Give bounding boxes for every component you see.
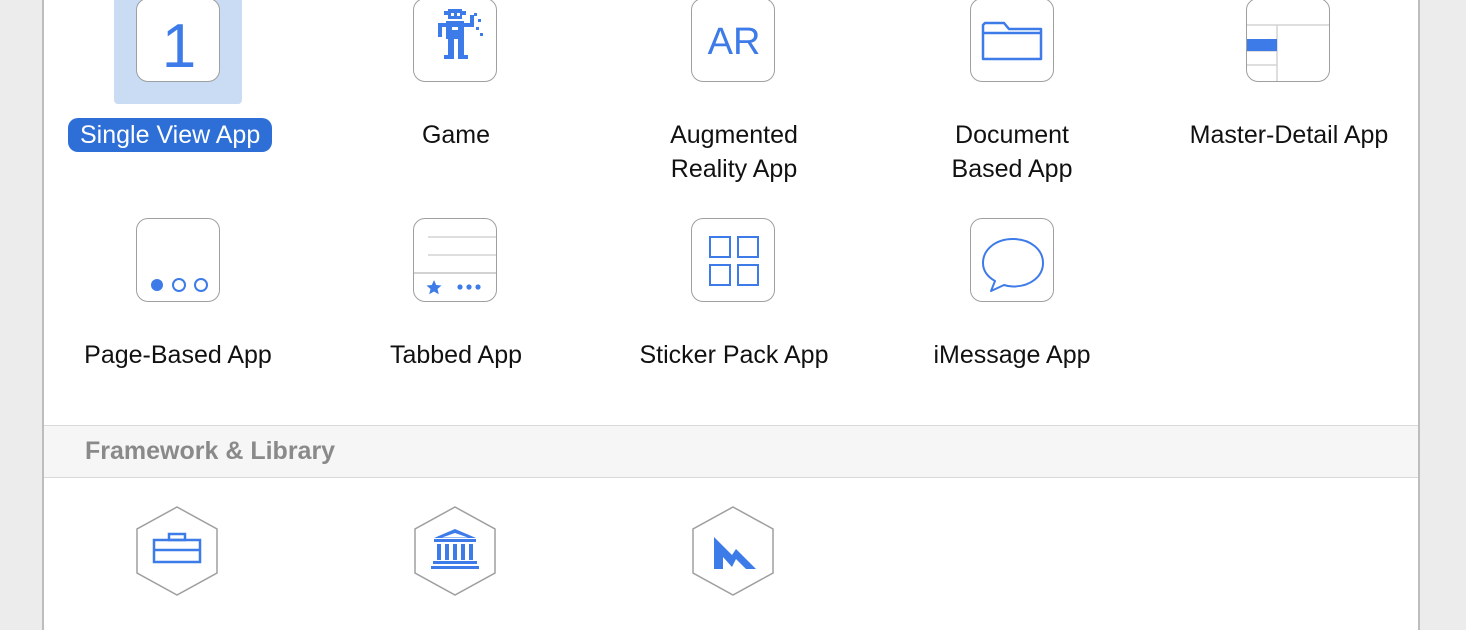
number-one-icon: 1 [136, 0, 220, 82]
master-detail-icon [1246, 0, 1330, 82]
page-dots-icon [136, 218, 220, 302]
framework-item-1[interactable] [134, 505, 220, 602]
label-line: Augmented [670, 121, 798, 149]
section-title: Framework & Library [85, 437, 336, 465]
ar-icon: AR [691, 0, 775, 82]
folder-icon [970, 0, 1054, 82]
svg-text:AR: AR [708, 21, 761, 63]
tab-bar-icon [413, 218, 497, 302]
template-label-sticker-pack-app[interactable]: Sticker Pack App [624, 338, 844, 372]
template-label-page-based-app[interactable]: Page-Based App [74, 338, 282, 372]
game-character-icon [413, 0, 497, 82]
label-line: Document [955, 121, 1069, 149]
toolbox-icon [136, 506, 218, 596]
speech-bubble-icon [970, 218, 1054, 302]
metal-icon [692, 506, 774, 596]
label-line: Reality App [670, 155, 798, 183]
template-label-augmented-reality-app[interactable]: Augmented Reality App [634, 118, 834, 186]
sticker-grid-icon [691, 218, 775, 302]
template-label-single-view-app[interactable]: Single View App [68, 118, 273, 152]
framework-item-3[interactable] [690, 505, 776, 602]
section-header-framework-library: Framework & Library [44, 425, 1418, 478]
label-line: Based App [951, 155, 1073, 183]
template-label-game[interactable]: Game [368, 118, 544, 152]
framework-item-2[interactable] [412, 505, 498, 602]
template-label-tabbed-app[interactable]: Tabbed App [368, 338, 544, 372]
library-building-icon [414, 506, 496, 596]
svg-text:1: 1 [162, 12, 196, 81]
template-label-document-based-app[interactable]: Document Based App [912, 118, 1112, 186]
template-label-master-detail-app[interactable]: Master-Detail App [1168, 118, 1410, 152]
template-chooser-panel: 1 Single View App Game AR Augmented Real… [42, 0, 1420, 630]
template-label-imessage-app[interactable]: iMessage App [912, 338, 1112, 372]
